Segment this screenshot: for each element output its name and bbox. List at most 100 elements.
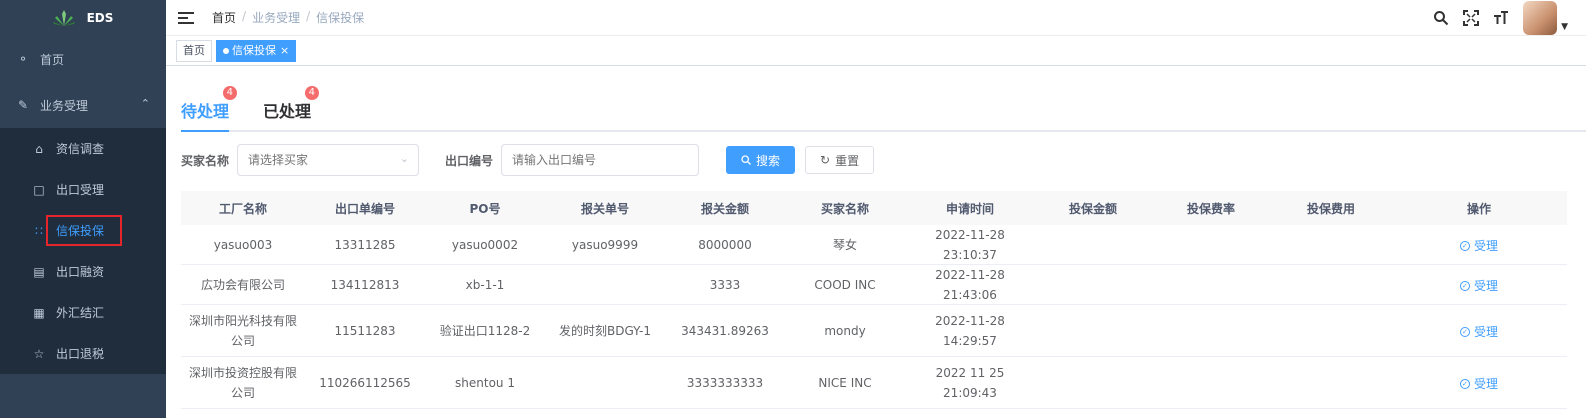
sidebar-item-credit-check[interactable]: ⌂ 资信调查 xyxy=(0,128,166,169)
table-row: 深圳市投资控股有限公司 110266112565 shentou 1 33333… xyxy=(181,357,1567,409)
column-header: 投保金额 xyxy=(1068,201,1117,216)
sidebar-item-label: 业务受理 xyxy=(40,98,89,113)
close-icon[interactable]: × xyxy=(280,44,289,57)
cell-export-no: 134112813 xyxy=(330,277,400,292)
navbar: 首页 / 业务受理 / 信保投保 ▼ xyxy=(166,0,1586,36)
tab-label: 待处理 xyxy=(181,102,230,121)
sidebar-item-label: 资信调查 xyxy=(56,142,105,156)
cell-export-no: 110266112565 xyxy=(319,375,411,390)
cell-export-no: 13311285 xyxy=(334,237,396,252)
column-header: 操作 xyxy=(1466,201,1491,216)
tags-view: 首页 信保投保 × xyxy=(166,36,1586,66)
sidebar-item-home[interactable]: ⚬ 首页 xyxy=(0,36,166,82)
search-button[interactable]: 搜索 xyxy=(726,146,796,174)
breadcrumb-separator: / xyxy=(242,9,247,23)
reset-button[interactable]: ↻ 重置 xyxy=(805,146,875,174)
check-circle-icon: ✓ xyxy=(1459,280,1470,291)
breadcrumb-item-current: 信保投保 xyxy=(316,11,365,25)
tab-processed[interactable]: 已处理 4 xyxy=(263,86,320,130)
cell-buyer: 琴女 xyxy=(832,237,857,252)
fullscreen-icon[interactable] xyxy=(1463,10,1480,26)
reset-button-label: 重置 xyxy=(835,153,860,168)
breadcrumb-item-home[interactable]: 首页 xyxy=(212,9,236,26)
sidebar-item-export-accept[interactable]: □ 出口受理 xyxy=(0,169,166,210)
caret-down-icon[interactable]: ▼ xyxy=(1561,22,1568,32)
avatar[interactable] xyxy=(1523,1,1558,35)
logo-icon xyxy=(52,10,75,26)
check-circle-icon: ✓ xyxy=(1459,240,1470,251)
breadcrumb: 首页 / 业务受理 / 信保投保 xyxy=(212,9,364,26)
tab-label: 已处理 xyxy=(263,102,312,121)
buyer-select[interactable]: ⌄ xyxy=(237,144,420,176)
breadcrumb-item-business: 业务受理 xyxy=(252,11,301,25)
font-size-icon[interactable] xyxy=(1493,10,1509,26)
logo[interactable]: EDS xyxy=(0,0,166,36)
nav-right: ▼ xyxy=(1433,0,1568,36)
cell-action: ✓ 受理 xyxy=(1391,320,1567,342)
buyer-select-input[interactable] xyxy=(237,144,420,176)
home-icon: ⌂ xyxy=(35,141,43,156)
tab-pending[interactable]: 待处理 4 xyxy=(181,86,238,132)
accept-link[interactable]: ✓ 受理 xyxy=(1459,322,1498,342)
search-icon xyxy=(741,155,751,165)
cell-po: yasuo0002 xyxy=(451,237,519,252)
data-table: 工厂名称 出口单编号 PO号 报关单号 报关金额 买家名称 申请时间 投保金额 … xyxy=(181,191,1567,409)
sidebar-item-label: 出口融资 xyxy=(56,265,105,279)
search-icon[interactable] xyxy=(1433,10,1449,26)
cell-customs-no: 发的时刻BDGY-1 xyxy=(558,323,652,338)
cell-buyer: COOD INC xyxy=(814,277,876,292)
highlight-annotation xyxy=(46,215,122,246)
cell-po: xb-1-1 xyxy=(465,277,505,292)
star-icon: ☆ xyxy=(33,346,45,361)
edit-icon: ✎ xyxy=(17,98,29,112)
dashboard-icon: ⚬ xyxy=(17,52,29,66)
accept-link[interactable]: ✓ 受理 xyxy=(1459,374,1498,394)
tag-home[interactable]: 首页 xyxy=(176,39,212,62)
sidebar-item-label: 出口退税 xyxy=(56,347,105,361)
hamburger-icon[interactable] xyxy=(178,11,194,24)
cell-factory: 深圳市阳光科技有限公司 xyxy=(188,313,297,348)
table-row: 深圳市阳光科技有限公司 11511283 验证出口1128-2 发的时刻BDGY… xyxy=(181,305,1567,357)
export-no-input[interactable] xyxy=(501,144,700,176)
cell-factory: 深圳市投资控股有限公司 xyxy=(188,365,297,400)
accept-link[interactable]: ✓ 受理 xyxy=(1459,276,1498,296)
cell-action: ✓ 受理 xyxy=(1391,372,1567,394)
sidebar: EDS ⚬ 首页 ✎ 业务受理 ⌃ ⌂ 资信调查 □ 出口受理 ∷ 信保投保 ▤… xyxy=(0,0,166,418)
cell-buyer: NICE INC xyxy=(818,375,872,390)
column-header: 报关金额 xyxy=(700,201,749,216)
column-header: 买家名称 xyxy=(820,201,869,216)
chevron-up-icon: ⌃ xyxy=(140,97,150,110)
column-header: 报关单号 xyxy=(580,201,629,216)
refresh-icon: ↻ xyxy=(820,153,831,167)
check-circle-icon: ✓ xyxy=(1459,378,1470,389)
sidebar-item-fx-settlement[interactable]: ▦ 外汇结汇 xyxy=(0,292,166,333)
cell-customs-amount: 3333 xyxy=(709,277,741,292)
column-header: 投保费率 xyxy=(1186,201,1235,216)
badge: 4 xyxy=(222,86,238,100)
cell-customs-amount: 8000000 xyxy=(698,237,752,252)
sidebar-item-tax-refund[interactable]: ☆ 出口退税 xyxy=(0,333,166,374)
cell-export-no: 11511283 xyxy=(334,323,396,338)
main-content: 待处理 4 已处理 4 买家名称 ⌄ 出口编号 搜索 ↻ 重置 工厂名称 出口单… xyxy=(166,66,1586,418)
sidebar-item-export-finance[interactable]: ▤ 出口融资 xyxy=(0,251,166,292)
column-header: PO号 xyxy=(469,201,501,216)
sidebar-item-label: 出口受理 xyxy=(56,183,105,197)
cell-po: 验证出口1128-2 xyxy=(439,323,531,338)
tag-credit-insurance[interactable]: 信保投保 × xyxy=(216,39,297,62)
buyer-label: 买家名称 xyxy=(181,153,230,168)
badge: 4 xyxy=(304,86,320,100)
sidebar-item-business[interactable]: ✎ 业务受理 ⌃ xyxy=(0,82,166,128)
cell-customs-no: yasuo9999 xyxy=(571,237,639,252)
cell-customs-amount: 3333333333 xyxy=(686,375,764,390)
accept-link-label: 受理 xyxy=(1473,376,1498,391)
column-header: 投保费用 xyxy=(1306,201,1355,216)
accept-link[interactable]: ✓ 受理 xyxy=(1459,236,1498,256)
logo-text: EDS xyxy=(86,11,114,25)
accept-link-label: 受理 xyxy=(1473,324,1498,339)
cell-apply-time: 2022-11-28 14:29:57 xyxy=(935,313,1005,348)
active-dot-icon xyxy=(223,47,229,54)
filter-form: 买家名称 ⌄ 出口编号 搜索 ↻ 重置 xyxy=(181,144,875,176)
money-icon: ▤ xyxy=(33,264,45,279)
table-header: 工厂名称 出口单编号 PO号 报关单号 报关金额 买家名称 申请时间 投保金额 … xyxy=(181,191,1567,225)
breadcrumb-separator: / xyxy=(306,9,311,23)
